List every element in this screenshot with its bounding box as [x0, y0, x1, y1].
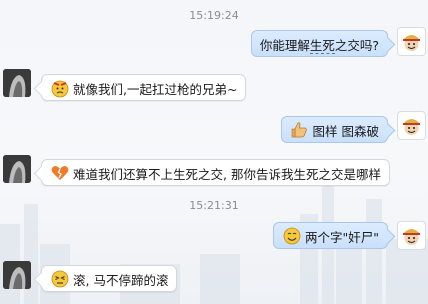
contact-photo-icon: [3, 261, 31, 289]
message-text: 两个字"奸尸": [305, 230, 379, 245]
message-bubble-incoming[interactable]: 滚, 马不停蹄的滚: [41, 265, 178, 292]
message-bubble-outgoing[interactable]: 两个字"奸尸": [273, 222, 388, 249]
avatar-contact[interactable]: [3, 69, 31, 97]
message-bubble-outgoing[interactable]: 你能理解生死之交吗?: [250, 30, 388, 57]
message-text: 图样 图森破: [312, 124, 379, 139]
cartoon-avatar-icon: [403, 35, 420, 51]
cartoon-avatar-icon: [403, 229, 420, 245]
squint-face-icon: [51, 270, 69, 288]
cartoon-avatar-icon: [403, 119, 420, 135]
broken-heart-icon: [51, 166, 69, 180]
message-bubble-outgoing[interactable]: 图样 图森破: [280, 116, 388, 143]
avatar-contact[interactable]: [3, 155, 31, 183]
message-link[interactable]: 生死: [309, 38, 335, 54]
angry-face-icon: [51, 80, 69, 98]
avatar-contact[interactable]: [3, 261, 31, 289]
message-text: 你能理解: [259, 38, 310, 53]
timestamp: 15:19:24: [189, 9, 239, 22]
smiley-face-icon: [283, 227, 301, 245]
avatar-self[interactable]: [397, 221, 426, 250]
message-text: 滚, 马不停蹄的滚: [73, 273, 169, 288]
avatar-self[interactable]: [397, 111, 426, 140]
message-bubble-incoming[interactable]: 就像我们,一起扛过枪的兄弟~: [41, 74, 247, 101]
avatar-self[interactable]: [397, 27, 426, 56]
contact-photo-icon: [3, 69, 31, 97]
timestamp: 15:21:31: [189, 199, 239, 212]
message-text: 难道我们还算不上生死之交, 那你告诉我生死之交是哪样: [73, 167, 381, 182]
message-bubble-incoming[interactable]: 难道我们还算不上生死之交, 那你告诉我生死之交是哪样: [41, 159, 390, 186]
message-text: 之交吗?: [334, 38, 379, 53]
contact-photo-icon: [3, 155, 31, 183]
thumbs-up-icon: [291, 122, 307, 138]
message-text: 就像我们,一起扛过枪的兄弟~: [73, 82, 238, 97]
